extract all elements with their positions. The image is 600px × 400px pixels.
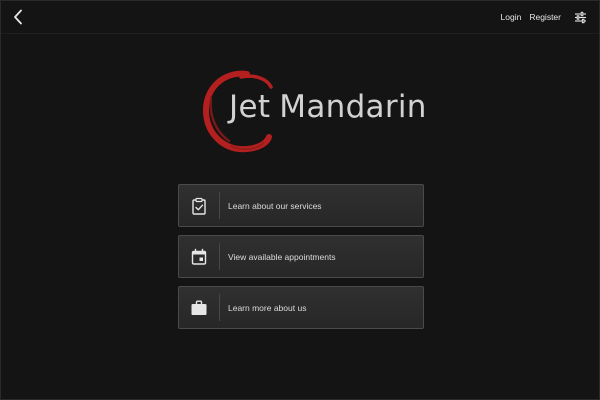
services-label: Learn about our services [228, 200, 322, 211]
login-link[interactable]: Login [501, 12, 522, 22]
about-button[interactable]: Learn more about us [178, 286, 424, 329]
appointments-icon-wrap [179, 243, 220, 270]
calendar-icon [191, 248, 207, 265]
about-icon-wrap [179, 294, 220, 321]
logo-word-mandarin: Mandarin [279, 89, 427, 125]
register-link[interactable]: Register [529, 12, 561, 22]
services-button[interactable]: Learn about our services [178, 184, 424, 227]
main-menu: Learn about our services View available … [178, 184, 424, 337]
jet-mandarin-logo: Jet Mandarin [201, 69, 426, 155]
settings-button[interactable] [574, 11, 587, 24]
app-window: Login Register Jet Mandarin Learn about … [0, 0, 600, 400]
logo-wordmark: Jet Mandarin [229, 89, 427, 125]
about-label: Learn more about us [228, 302, 307, 313]
top-bar: Login Register [1, 1, 599, 34]
services-icon-wrap [179, 192, 220, 219]
clipboard-check-icon [192, 197, 206, 215]
chevron-left-icon [14, 9, 22, 25]
appointments-label: View available appointments [228, 251, 336, 262]
appointments-button[interactable]: View available appointments [178, 235, 424, 278]
sliders-icon [575, 11, 586, 23]
logo-word-jet: Jet [229, 89, 271, 125]
back-button[interactable] [10, 7, 28, 27]
briefcase-icon [191, 300, 207, 315]
top-links: Login Register [493, 1, 587, 33]
